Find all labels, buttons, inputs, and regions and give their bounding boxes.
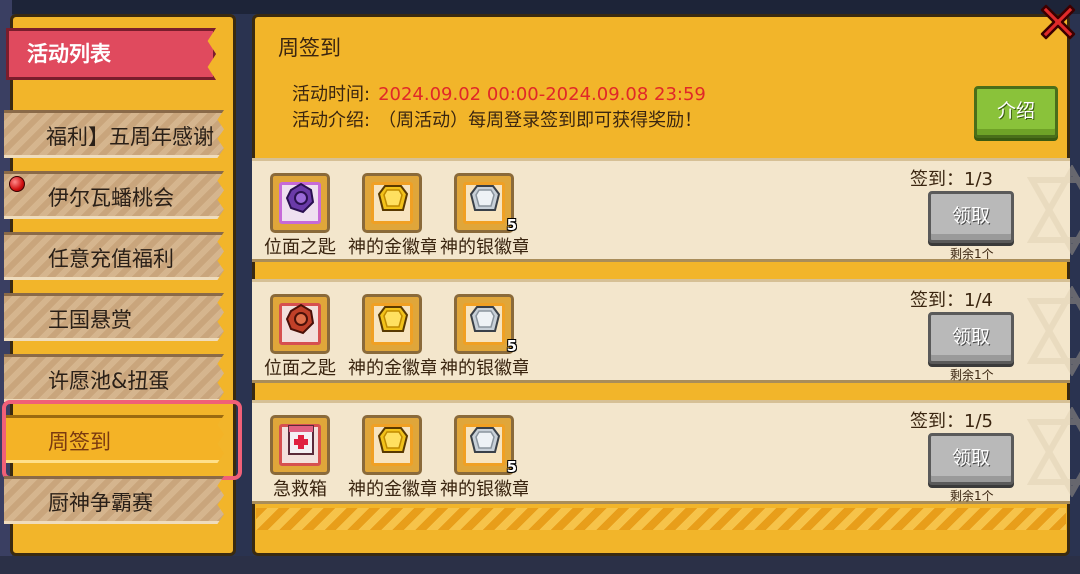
silver-badge-icon bbox=[469, 185, 501, 211]
reward-slot[interactable]: 5 bbox=[454, 294, 517, 355]
activity-time-row: 活动时间: 2024.09.02 00:00-2024.09.08 23:59 bbox=[292, 80, 706, 106]
gold-badge-icon bbox=[377, 427, 409, 453]
activity-desc-label: 活动介绍: bbox=[292, 110, 371, 131]
reward-slot[interactable] bbox=[362, 294, 422, 354]
activity-item-recharge-bonus[interactable]: 任意充值福利 bbox=[4, 232, 224, 280]
reward-count: 5 bbox=[506, 458, 517, 476]
reward-item-name: 位面之匙 bbox=[264, 237, 336, 258]
reward-row: 位面之匙 神的金徽章 5 神的银徽章 签到：1/4 领取 剩余1个 bbox=[252, 279, 1080, 383]
gold-badge-icon bbox=[377, 306, 409, 332]
red-key-icon bbox=[285, 303, 315, 335]
activity-item-kingdom-bounty[interactable]: 王国悬赏 bbox=[4, 293, 224, 341]
decorative-bottom-strip bbox=[256, 508, 1066, 530]
game-background-bottom bbox=[0, 556, 1080, 574]
reward-row: 急救箱 神的金徽章 5 神的银徽章 签到：1/5 领取 剩余1个 bbox=[252, 400, 1080, 504]
activity-item-label: 厨神争霸赛 bbox=[48, 491, 153, 515]
silver-badge-icon bbox=[469, 306, 501, 332]
intro-button[interactable]: 介绍 bbox=[974, 86, 1058, 138]
activity-item-label: 王国悬赏 bbox=[48, 308, 132, 332]
reward-count: 5 bbox=[506, 216, 517, 234]
remaining-count: 剩余1个 bbox=[950, 247, 994, 261]
reward-count: 5 bbox=[506, 337, 517, 355]
signin-progress: 签到：1/3 bbox=[910, 169, 993, 190]
claim-button[interactable]: 领取 bbox=[928, 312, 1014, 364]
activity-time-value: 2024.09.02 00:00-2024.09.08 23:59 bbox=[378, 84, 706, 105]
reward-slot[interactable] bbox=[362, 415, 422, 475]
activity-item-peach-feast[interactable]: 伊尔瓦蟠桃会 bbox=[4, 171, 224, 219]
remaining-count: 剩余1个 bbox=[950, 489, 994, 503]
signin-progress: 签到：1/4 bbox=[910, 290, 993, 311]
claim-button[interactable]: 领取 bbox=[928, 433, 1014, 485]
activity-item-label: 伊尔瓦蟠桃会 bbox=[48, 186, 174, 210]
claim-button[interactable]: 领取 bbox=[928, 191, 1014, 243]
activity-item-wishing-well[interactable]: 许愿池&扭蛋 bbox=[4, 354, 224, 402]
reward-item-name: 神的银徽章 bbox=[440, 358, 528, 379]
first-aid-kit-icon bbox=[288, 425, 314, 455]
reward-slot[interactable]: 5 bbox=[454, 173, 517, 234]
activity-item-label: 任意充值福利 bbox=[48, 247, 174, 271]
activity-list-header: 活动列表 bbox=[6, 28, 216, 80]
reward-slot[interactable]: 5 bbox=[454, 415, 517, 476]
page-title: 周签到 bbox=[278, 36, 341, 60]
game-background-top bbox=[0, 0, 1080, 14]
reward-item-name: 神的金徽章 bbox=[348, 479, 436, 500]
notification-dot-icon bbox=[9, 176, 25, 192]
silver-badge-icon bbox=[469, 427, 501, 453]
activity-item-chef-contest[interactable]: 厨神争霸赛 bbox=[4, 476, 224, 524]
reward-item-name: 急救箱 bbox=[273, 479, 327, 500]
activity-item-label: 福利】五周年感谢 bbox=[46, 125, 214, 149]
signin-progress: 签到：1/5 bbox=[910, 411, 993, 432]
reward-slot[interactable] bbox=[362, 173, 422, 233]
reward-item-name: 位面之匙 bbox=[264, 358, 336, 379]
star-watermark-icon bbox=[1026, 165, 1080, 255]
reward-slot[interactable] bbox=[270, 415, 330, 475]
purple-key-icon bbox=[285, 182, 315, 214]
reward-item-name: 神的金徽章 bbox=[348, 237, 436, 258]
close-icon[interactable] bbox=[1036, 0, 1080, 44]
reward-item-name: 神的银徽章 bbox=[440, 237, 528, 258]
remaining-count: 剩余1个 bbox=[950, 368, 994, 382]
reward-row: 位面之匙 神的金徽章 5 神的银徽章 签到：1/3 领取 剩余1个 bbox=[252, 158, 1080, 262]
star-watermark-icon bbox=[1026, 407, 1080, 497]
activity-desc-row: 活动介绍: （周活动）每周登录签到即可获得奖励！ bbox=[292, 106, 702, 132]
reward-item-name: 神的金徽章 bbox=[348, 358, 436, 379]
activity-time-label: 活动时间: bbox=[292, 84, 371, 105]
activity-item-label: 许愿池&扭蛋 bbox=[48, 369, 170, 393]
activity-item-anniversary[interactable]: 福利】五周年感谢 bbox=[4, 110, 224, 158]
reward-item-name: 神的银徽章 bbox=[440, 479, 528, 500]
star-watermark-icon bbox=[1026, 286, 1080, 376]
active-item-highlight bbox=[2, 400, 242, 480]
activity-desc-value: （周活动）每周登录签到即可获得奖励！ bbox=[378, 110, 703, 131]
gold-badge-icon bbox=[377, 185, 409, 211]
reward-slot[interactable] bbox=[270, 294, 330, 354]
reward-slot[interactable] bbox=[270, 173, 330, 233]
